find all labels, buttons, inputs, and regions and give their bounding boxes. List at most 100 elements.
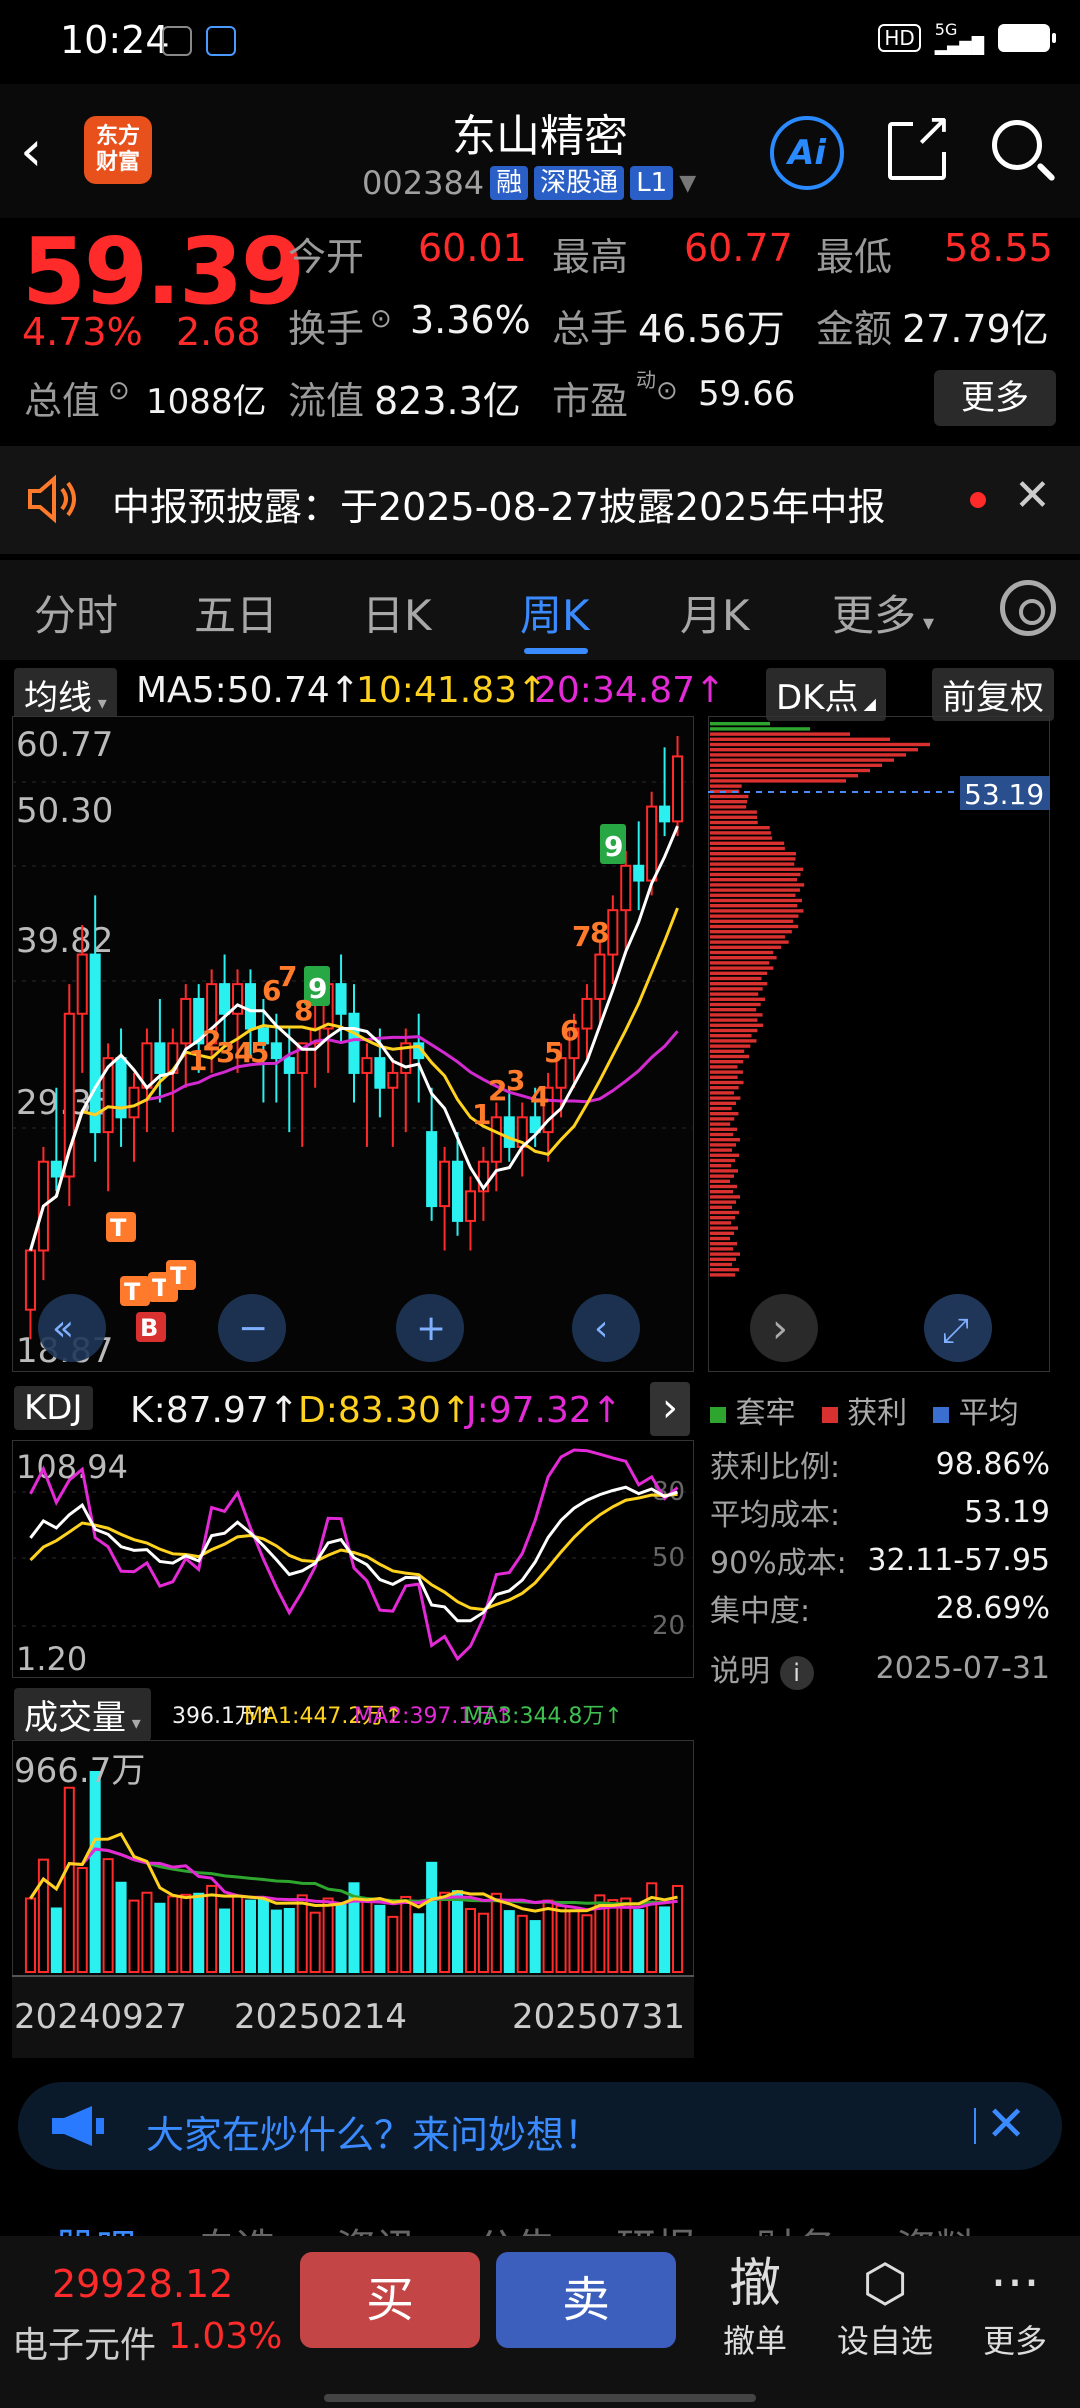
tab-intraday[interactable]: 分时 [34, 582, 118, 643]
candle-body [620, 864, 632, 912]
kdj-level-50: 50 [652, 1543, 685, 1573]
sector-name[interactable]: 电子元件 [12, 2316, 156, 2368]
chip-bar [710, 1002, 761, 1007]
sell-button[interactable]: 卖 [496, 2252, 676, 2348]
kdj-bar: KDJ K:87.97↑ D:83.30↑ J:97.32↑ › [0, 1382, 700, 1436]
volume-bar [63, 1786, 75, 1973]
tab-daily-k[interactable]: 日K [362, 582, 432, 643]
info-icon[interactable]: ⊙ [370, 304, 392, 334]
chip-bar [710, 1205, 732, 1209]
volume-chart[interactable]: 966.7万 20240927 20250214 20250731 [12, 1740, 694, 2058]
volume-bar [244, 1899, 257, 1973]
candle-body [335, 983, 347, 1015]
volume-selector[interactable]: 成交量 ▾ [14, 1688, 151, 1741]
candle-body [439, 1160, 451, 1208]
chip-bar [710, 1247, 733, 1251]
candle-body [128, 1086, 140, 1119]
candle-body [672, 755, 684, 823]
chip-bar [710, 1257, 736, 1261]
tab-more[interactable]: 更多 ▾ [832, 582, 934, 643]
tab-monthly-k[interactable]: 月K [680, 582, 750, 643]
tab-five-day[interactable]: 五日 [194, 582, 278, 643]
candle-body [426, 1131, 438, 1208]
chip-bar [710, 1190, 734, 1194]
stock-subline[interactable]: 002384 融 深股通 L1 ▼ [362, 164, 696, 202]
more-quote-button[interactable]: 更多 [934, 370, 1056, 426]
chip-bar [710, 737, 890, 741]
volume-bar [154, 1902, 166, 1973]
kdj-j-value: J:97.32↑ [466, 1390, 622, 1431]
candle-body [452, 1160, 464, 1222]
svg-text:«: « [52, 1308, 74, 1349]
volume-bar [620, 1897, 632, 1973]
kdj-d-line [29, 1492, 678, 1612]
kdj-level-min: 1.20 [16, 1640, 87, 1678]
chip-bar [710, 1153, 740, 1157]
ask-bar[interactable]: 大家在炒什么？来问妙想！ ✕ [18, 2082, 1062, 2170]
hexagon-icon: ⬡ [862, 2254, 908, 2314]
more-button[interactable]: ··· 更多 [960, 2252, 1070, 2362]
chip-bar [710, 1174, 735, 1178]
level1-tag: L1 [630, 166, 674, 200]
candlestick-chart[interactable]: 60.77 50.30 39.82 29.35 18.87 9 9 78 65 … [12, 716, 694, 1372]
svg-text:−: − [238, 1308, 268, 1349]
chip-bar [710, 987, 763, 991]
chip-bar [710, 961, 770, 965]
sector-change[interactable]: 1.03% [168, 2316, 282, 2357]
chip-distribution-chart[interactable]: 53.19 › ⤢ [708, 716, 1050, 1372]
chip-bar [710, 914, 799, 918]
volume-bar [581, 1914, 593, 1973]
chip-bar [710, 1117, 735, 1121]
info-icon[interactable]: ⊙ [656, 376, 678, 406]
chip-bar [710, 924, 799, 929]
kdj-chart[interactable]: 108.94 1.20 80 50 20 [12, 1440, 694, 1678]
notice-bar[interactable]: 中报预披露：于2025-08-27披露2025年中报 ✕ [0, 446, 1080, 554]
chip-bar [710, 774, 858, 778]
adjust-selector[interactable]: 前复权 [932, 668, 1054, 721]
info-icon[interactable]: ⊙ [108, 376, 130, 406]
add-watchlist-button[interactable]: ⬡ 设自选 [830, 2252, 940, 2362]
chip-bar [710, 878, 798, 882]
volume-bar [232, 1894, 244, 1974]
fullscreen-icon[interactable]: ⤢ [942, 1311, 969, 1351]
stat-note-row[interactable]: 说明 i 2025-07-31 [710, 1644, 1050, 1692]
chip-bar [710, 1200, 736, 1204]
candle-body [374, 1057, 386, 1089]
close-icon[interactable]: ✕ [986, 2096, 1026, 2152]
kdj-d-value: D:83.30↑ [298, 1390, 472, 1431]
candle-body [503, 1116, 515, 1148]
volume-bar [180, 1893, 192, 1973]
expand-right-icon[interactable]: › [772, 1306, 788, 1352]
chip-bar [710, 1044, 751, 1048]
chip-bar [710, 1065, 738, 1069]
candle-body [50, 1160, 62, 1178]
buy-button[interactable]: 买 [300, 2252, 480, 2348]
chip-stats: 获利比例: 98.86% 平均成本: 53.19 90%成本: 32.11-57.95… [710, 1440, 1050, 1692]
chip-bar [710, 862, 795, 866]
close-icon[interactable]: ✕ [1014, 470, 1051, 521]
svg-text:T: T [124, 1278, 141, 1306]
sector-index-value[interactable]: 29928.12 [52, 2262, 233, 2306]
amount-label: 金额 [816, 307, 893, 351]
volume-bar [128, 1899, 140, 1973]
ai-button[interactable]: Ai [770, 116, 844, 190]
gear-icon[interactable] [1000, 580, 1056, 636]
tab-weekly-k[interactable]: 周K [520, 582, 590, 643]
candle-body [270, 1042, 282, 1060]
candle-body [387, 1071, 399, 1089]
search-icon[interactable] [992, 120, 1042, 170]
notice-text: 中报预披露：于2025-08-27披露2025年中报 [112, 485, 886, 529]
chip-bar [710, 940, 789, 944]
chevron-right-icon[interactable]: › [650, 1382, 690, 1436]
share-icon[interactable] [888, 106, 952, 180]
cancel-order-button[interactable]: 撤 撤单 [700, 2252, 810, 2362]
chip-bar [710, 1023, 764, 1027]
info-tabs-peek: 股吧自选资讯公告研报财务资料 [0, 2206, 1080, 2236]
dk-point-selector[interactable]: DK点 ◢ [766, 668, 886, 721]
chip-bar [710, 1060, 744, 1064]
ma10-value: 10:41.83↑ [356, 670, 548, 711]
kdj-selector[interactable]: KDJ [14, 1386, 93, 1430]
indicator-selector[interactable]: 均线 ▾ [14, 668, 117, 721]
svg-text:5: 5 [544, 1036, 563, 1069]
volume-bar [89, 1771, 101, 1973]
